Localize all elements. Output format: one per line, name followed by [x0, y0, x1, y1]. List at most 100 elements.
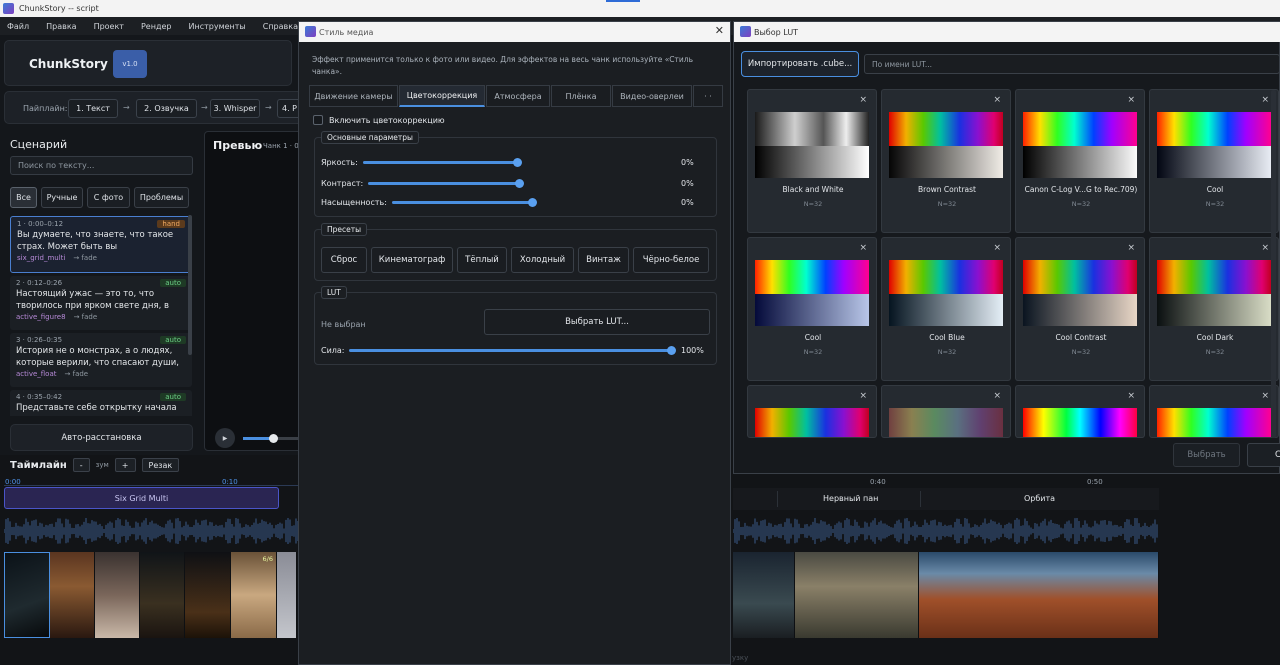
close-icon[interactable]: × [859, 391, 867, 401]
menu-file[interactable]: Файл [7, 22, 29, 31]
lut-size: N=32 [1205, 348, 1225, 356]
lut-preview-top [755, 408, 869, 437]
lut-card[interactable]: × [1015, 385, 1145, 438]
filter-manual[interactable]: Ручные [41, 187, 83, 208]
menu-tools[interactable]: Инструменты [188, 22, 245, 31]
lut-size: N=32 [803, 348, 823, 356]
lut-card[interactable]: × [881, 385, 1011, 438]
lut-card[interactable]: × Brown Contrast N=32 [881, 89, 1011, 233]
close-icon[interactable]: × [993, 95, 1001, 105]
lut-card[interactable]: × Cool Contrast N=32 [1015, 237, 1145, 381]
scenario-search-input[interactable]: Поиск по тексту... [10, 156, 193, 175]
close-icon[interactable]: × [993, 243, 1001, 253]
scenario-title: Сценарий [10, 138, 68, 151]
close-icon[interactable]: × [859, 95, 867, 105]
checkbox-box[interactable] [313, 115, 323, 125]
thumbnail[interactable] [277, 552, 297, 638]
timeline-segment[interactable]: Six Grid Multi [4, 487, 279, 509]
brightness-slider[interactable] [363, 158, 522, 167]
close-icon[interactable]: × [1261, 391, 1269, 401]
close-icon[interactable]: × [1127, 95, 1135, 105]
lut-card[interactable]: × Black and White N=32 [747, 89, 877, 233]
tab-more[interactable]: · · [693, 85, 723, 107]
list-item[interactable]: 3 · 0:26–0:35 auto История не о монстрах,… [10, 333, 192, 387]
lut-card[interactable]: × Canon C-Log V...G to Rec.709) N=32 [1015, 89, 1145, 233]
filter-problems[interactable]: Проблемы [134, 187, 189, 208]
lut-card[interactable]: × [747, 385, 877, 438]
saturation-slider[interactable] [392, 198, 537, 207]
close-icon[interactable]: × [1261, 95, 1269, 105]
preset-reset-button[interactable]: Сброс [321, 247, 367, 273]
close-icon[interactable]: ✕ [715, 24, 724, 37]
preset-cinematic-button[interactable]: Кинематограф [371, 247, 453, 273]
thumbnail[interactable] [919, 552, 1159, 638]
list-scrollbar[interactable] [188, 215, 192, 355]
tab-video-overlays[interactable]: Видео-оверлеи [612, 85, 692, 107]
lut-card[interactable]: × Cool Blue N=32 [881, 237, 1011, 381]
preview-panel: Превью Чанк 1 · 0 ▶ [204, 131, 304, 451]
choose-button[interactable]: Выбрать [1173, 443, 1240, 467]
import-cube-button[interactable]: Импортировать .cube... [741, 51, 859, 77]
lut-card[interactable]: × Cool N=32 [1149, 89, 1279, 233]
strength-slider[interactable] [349, 346, 676, 355]
pipeline-step-whisper[interactable]: 3. Whisper [210, 99, 260, 118]
media-style-dialog: Стиль медиа ✕ Эффект применится только к… [298, 21, 731, 665]
preset-warm-button[interactable]: Тёплый [457, 247, 507, 273]
thumbnail[interactable] [733, 552, 795, 638]
filter-photo[interactable]: С фото [87, 187, 130, 208]
preset-cold-button[interactable]: Холодный [511, 247, 574, 273]
dialog-titlebar: Стиль медиа ✕ [299, 22, 730, 42]
cancel-button[interactable]: Са [1247, 443, 1280, 467]
close-icon[interactable]: × [1127, 391, 1135, 401]
lut-grid-scrollbar[interactable] [1271, 90, 1276, 438]
thumbnail[interactable] [140, 552, 185, 638]
contrast-slider[interactable] [368, 179, 524, 188]
lut-card[interactable]: × [1149, 385, 1279, 438]
thumbnail[interactable] [185, 552, 231, 638]
pipeline-step-text[interactable]: 1. Текст [68, 99, 118, 118]
time-tick: 0:40 [870, 478, 886, 486]
thumbnail[interactable] [4, 552, 50, 638]
preset-vintage-button[interactable]: Винтаж [578, 247, 629, 273]
zoom-in-button[interactable]: + [114, 458, 136, 472]
tab-color-correction[interactable]: Цветокоррекция [399, 85, 485, 107]
menu-edit[interactable]: Правка [46, 22, 76, 31]
enable-color-correction-checkbox[interactable]: Включить цветокоррекцию [313, 115, 445, 125]
cut-tool-button[interactable]: Резак [141, 458, 180, 472]
segment-label[interactable]: Орбита [1024, 494, 1055, 503]
auto-arrange-button[interactable]: Авто-расстановка [10, 424, 193, 451]
menu-project[interactable]: Проект [94, 22, 124, 31]
menu-help[interactable]: Справка [263, 22, 298, 31]
lut-card[interactable]: × Cool Dark N=32 [1149, 237, 1279, 381]
thumbnail[interactable]: 6/6 [231, 552, 277, 638]
thumbnail[interactable] [95, 552, 140, 638]
lut-preview-top [755, 112, 869, 146]
lut-search-input[interactable]: По имени LUT... [864, 54, 1280, 74]
thumbnail[interactable] [795, 552, 919, 638]
tab-camera-motion[interactable]: Движение камеры [309, 85, 398, 107]
list-item[interactable]: 4 · 0:35–0:42 auto Представьте себе откры… [10, 390, 192, 416]
zoom-out-button[interactable]: - [72, 458, 90, 472]
close-icon[interactable]: × [1127, 243, 1135, 253]
filter-all[interactable]: Все [10, 187, 37, 208]
lut-card[interactable]: × Cool N=32 [747, 237, 877, 381]
close-icon[interactable]: × [1261, 243, 1269, 253]
tab-film[interactable]: Плёнка [551, 85, 611, 107]
choose-lut-button[interactable]: Выбрать LUT... [484, 309, 710, 335]
menu-render[interactable]: Рендер [141, 22, 172, 31]
play-icon[interactable]: ▶ [215, 428, 235, 448]
thumbnail[interactable] [50, 552, 95, 638]
list-item[interactable]: 1 · 0:00–0:12 hand Вы думаете, что знаете… [10, 216, 192, 273]
close-icon[interactable]: × [859, 243, 867, 253]
lut-size: N=32 [937, 200, 957, 208]
lut-size: N=32 [1205, 200, 1225, 208]
lut-preview-top [889, 112, 1003, 146]
pipeline-step-voice[interactable]: 2. Озвучка [136, 99, 197, 118]
close-icon[interactable]: × [993, 391, 1001, 401]
segment-label[interactable]: Нервный пан [823, 494, 878, 503]
tab-atmosphere[interactable]: Атмосфера [486, 85, 550, 107]
preset-bw-button[interactable]: Чёрно-белое [633, 247, 709, 273]
pipeline-bar: Пайплайн: 1. Текст → 2. Озвучка → 3. Whi… [4, 91, 307, 124]
list-item[interactable]: 2 · 0:12–0:26 auto Настоящий ужас — это т… [10, 276, 192, 330]
preview-seek-slider[interactable] [243, 434, 303, 443]
